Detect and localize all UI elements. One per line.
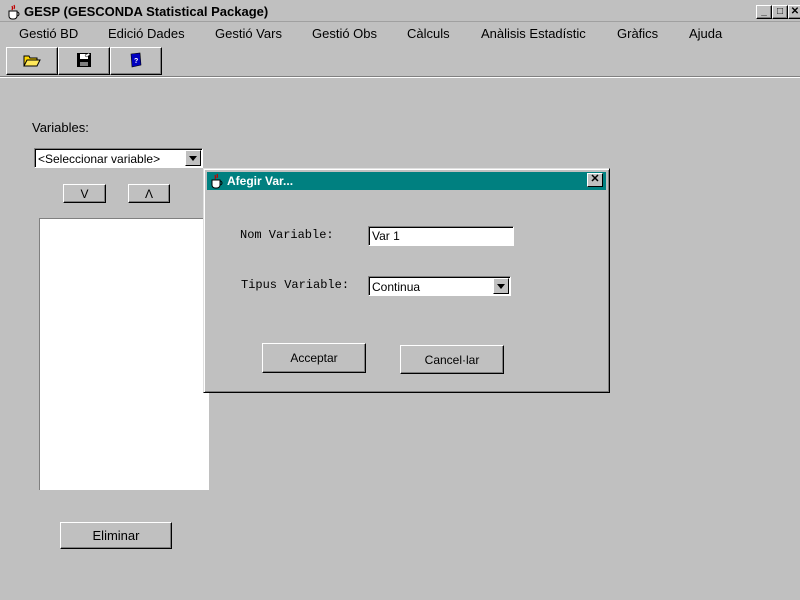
dialog-title-bar[interactable]: Afegir Var... ✕ — [207, 172, 606, 190]
variables-label: Variables: — [32, 120, 89, 135]
chevron-down-icon[interactable] — [185, 150, 201, 166]
move-up-button[interactable]: Λ — [128, 184, 170, 203]
java-cup-icon — [209, 173, 225, 189]
open-button[interactable] — [6, 47, 58, 75]
variable-type-label: Tipus Variable: — [241, 278, 350, 292]
menu-grafics[interactable]: Gràfics — [617, 26, 658, 41]
menu-edicio-dades[interactable]: Edició Dades — [108, 26, 185, 41]
toolbar-separator — [0, 76, 800, 78]
menu-gestio-vars[interactable]: Gestió Vars — [215, 26, 282, 41]
window-title-bar[interactable]: GESP (GESCONDA Statistical Package) _ □ … — [0, 0, 800, 22]
accept-button[interactable]: Acceptar — [262, 343, 366, 373]
help-book-icon: ? — [128, 52, 144, 71]
variable-type-value: Continua — [372, 280, 421, 294]
svg-text:?: ? — [134, 58, 138, 65]
window-title: GESP (GESCONDA Statistical Package) — [24, 4, 269, 19]
dialog-close-button[interactable]: ✕ — [587, 173, 603, 187]
variable-type-select[interactable]: Continua — [368, 276, 511, 296]
open-folder-icon — [23, 52, 41, 71]
menu-analisis-estadistic[interactable]: Anàlisis Estadístic — [481, 26, 586, 41]
save-button[interactable] — [58, 47, 110, 75]
menu-gestio-bd[interactable]: Gestió BD — [19, 26, 78, 41]
dialog-title: Afegir Var... — [227, 174, 294, 188]
help-button[interactable]: ? — [110, 47, 162, 75]
menu-calculs[interactable]: Càlculs — [407, 26, 450, 41]
move-down-button[interactable]: V — [63, 184, 106, 203]
java-cup-icon — [6, 4, 22, 20]
chevron-down-icon[interactable] — [493, 278, 509, 294]
menu-bar: Gestió BD Edició Dades Gestió Vars Gesti… — [0, 22, 800, 46]
variable-select[interactable]: <Seleccionar variable> — [34, 148, 203, 168]
minimize-button[interactable]: _ — [756, 5, 772, 19]
maximize-button[interactable]: □ — [772, 5, 788, 19]
close-button[interactable]: ✕ — [788, 5, 800, 19]
add-variable-dialog: Afegir Var... ✕ Nom Variable: Tipus Vari… — [203, 168, 610, 393]
variable-list[interactable] — [39, 218, 209, 490]
variable-name-label: Nom Variable: — [240, 228, 334, 242]
delete-button[interactable]: Eliminar — [60, 522, 172, 549]
variable-select-value: <Seleccionar variable> — [38, 152, 161, 166]
menu-ajuda[interactable]: Ajuda — [689, 26, 722, 41]
variable-name-input[interactable] — [368, 226, 514, 246]
cancel-button[interactable]: Cancel·lar — [400, 345, 504, 374]
menu-gestio-obs[interactable]: Gestió Obs — [312, 26, 377, 41]
save-disk-icon — [76, 52, 92, 71]
